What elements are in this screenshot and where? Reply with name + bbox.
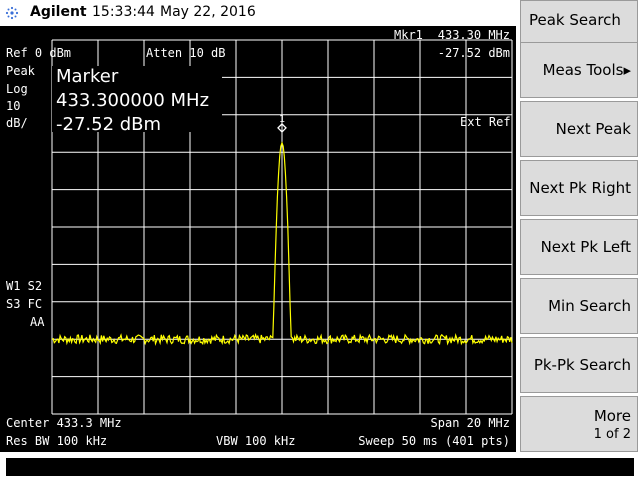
softkey-label: Min Search (548, 297, 631, 315)
sweep-time: Sweep 50 ms (401 pts) (358, 434, 510, 448)
marker-number: 1 (279, 114, 285, 125)
softkey-label: Next Pk Right (529, 179, 631, 197)
frequency-span: Span 20 MHz (430, 416, 510, 430)
video-bandwidth: VBW 100 kHz (216, 434, 296, 448)
softkey-next-pk-left[interactable]: Next Pk Left (520, 219, 638, 275)
clock-time: 15:33:44 (92, 4, 155, 20)
center-frequency: Center 433.3 MHz (6, 416, 122, 430)
softkey-label: More (593, 407, 631, 425)
softkey-label: Meas Tools▸ (542, 61, 631, 79)
marker-box-freq: 433.300000 MHz (56, 90, 210, 111)
resolution-bandwidth: Res BW 100 kHz (6, 434, 108, 448)
softkey-min-search[interactable]: Min Search (520, 278, 638, 334)
clock-date: May 22, 2016 (160, 4, 256, 20)
agilent-logo-icon (5, 6, 19, 20)
status-message-field (6, 458, 634, 476)
marker-box-amp: -27.52 dBm (56, 114, 162, 135)
softkey-label: Next Peak (555, 120, 631, 138)
softkey-more[interactable]: More 1 of 2 (520, 396, 638, 452)
brand-name: Agilent (30, 4, 87, 20)
softkey-pk-pk-search[interactable]: Pk-Pk Search (520, 337, 638, 393)
marker-info-box: Marker 433.300000 MHz -27.52 dBm (52, 66, 222, 135)
ext-ref: Ext Ref (460, 115, 511, 129)
softkey-next-pk-right[interactable]: Next Pk Right (520, 160, 638, 216)
spectrum-display: Ref 0 dBm Atten 10 dB Mkr1 433.30 MHz -2… (0, 26, 516, 452)
softkey-label: Pk-Pk Search (533, 356, 631, 374)
marker-box-title: Marker (56, 66, 119, 87)
softkey-page-indicator: 1 of 2 (593, 427, 631, 442)
softkey-label: Peak Search (529, 11, 621, 29)
softkey-label: Next Pk Left (540, 238, 631, 256)
softkey-meas-tools[interactable]: Meas Tools▸ (520, 42, 638, 98)
softkey-next-peak[interactable]: Next Peak (520, 101, 638, 157)
